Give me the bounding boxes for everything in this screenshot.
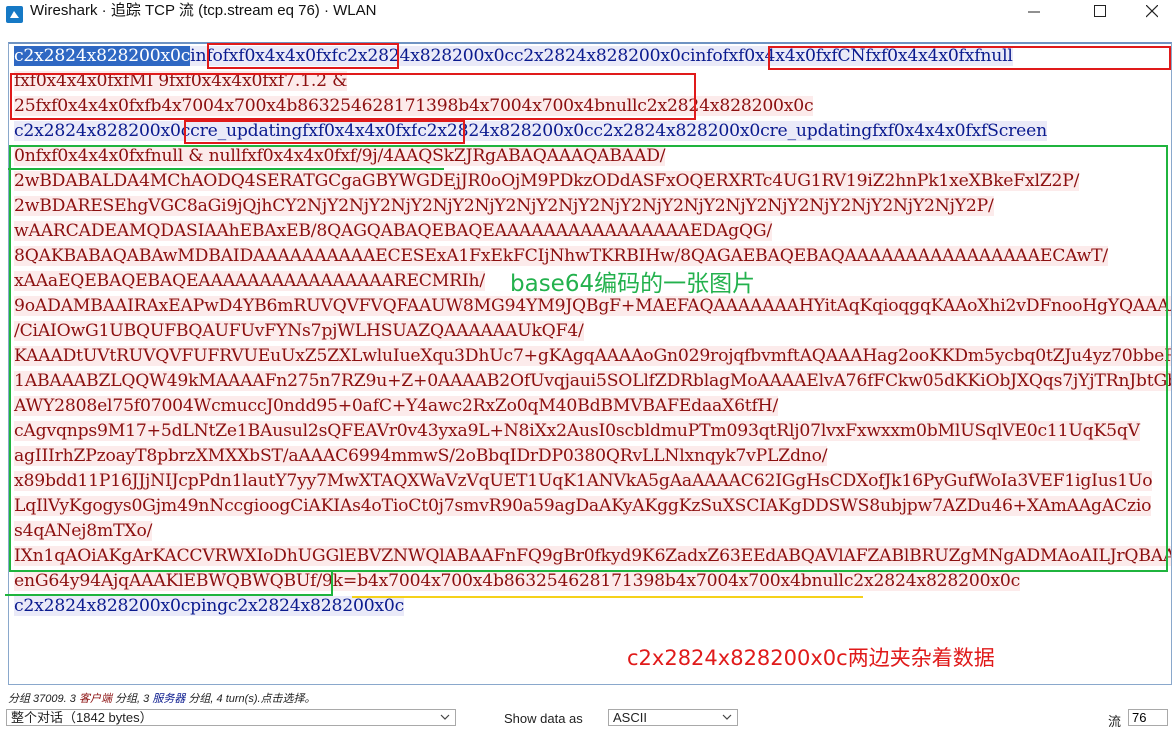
stream-line: 2wBDABALDA4MChAODQ4SERATGCgaGBYWGDEjJR0o… xyxy=(14,169,1171,194)
title-bar: Wireshark · 追踪 TCP 流 (tcp.stream eq 76) … xyxy=(0,0,1175,30)
stream-line: cAgvqnps9M17+5dLNtZe1BAusul2sQFEAVr0v43y… xyxy=(14,419,1171,444)
client-data: c2x2824x828200x0cpingc2x2824x828200x0c xyxy=(14,596,405,616)
stream-line: LqIlVyKgogys0Gjm49nNccgioogCiAKIAs4oTioC… xyxy=(14,494,1171,519)
bottom-controls: 整个对话（1842 bytes） Show data as ASCII 流 76 xyxy=(0,709,1175,729)
server-data: /CiAIOwG1UBQUFBQAUFUvFYNs7pjWLHSUAZQAAAA… xyxy=(14,321,584,341)
stream-line: IXn1qAOiAKgArKACCVRWXIoDhUGGlEBVZNWQlABA… xyxy=(14,544,1171,569)
data-format-select[interactable]: ASCII xyxy=(608,709,738,726)
server-data: fxf0x4x4x0fxfMI 9fxf0x4x4x0fxf7.1.2 & xyxy=(14,71,348,91)
window-title: Wireshark · 追踪 TCP 流 (tcp.stream eq 76) … xyxy=(30,2,377,19)
stream-line: 1ABAAABZLQQW49kMAAAAFn275n7RZ9u+Z+0AAAAB… xyxy=(14,369,1171,394)
stream-line: AWY2808el75f07004WcmuccJ0ndd95+0afC+Y4aw… xyxy=(14,394,1171,419)
stream-line: KAAADtUVtRUVQVFUFRVUEuUxZ5ZXLwluIueXqu3D… xyxy=(14,344,1171,369)
close-icon xyxy=(1146,5,1158,18)
stream-line: enG64y94AjqAAAKlEBWQBWQBUf/9k=b4x7004x70… xyxy=(14,569,1171,594)
server-data: b4x7004x700x4b863254628171398b4x7004x700… xyxy=(357,571,844,591)
stream-line: c2x2824x828200x0cpingc2x2824x828200x0c xyxy=(14,594,1171,619)
summary-packets: 分组 37009 xyxy=(8,693,64,705)
data-format-value: ASCII xyxy=(613,710,647,725)
stream-line: /CiAIOwG1UBQUFBQAUFUvFYNs7pjWLHSUAZQAAAA… xyxy=(14,319,1171,344)
server-data: x89bdd11P16JJjNIJcpPdn1lautY7yy7MwXTAQXW… xyxy=(14,471,1153,491)
client-data: infofxf0x4x4x0fxfCNfxf0x4x4x0fxfnull xyxy=(690,46,1013,66)
close-button[interactable] xyxy=(1129,0,1175,26)
server-data: c2x2824x828200x0c xyxy=(843,571,1021,591)
stream-number-value: 76 xyxy=(1132,710,1147,725)
client-data: infofxf0x4x4x0fxf xyxy=(190,46,338,66)
server-data: enG64y94AjqAAAKlEBWQBWQBUf/9k= xyxy=(14,571,358,591)
chevron-down-icon xyxy=(440,714,450,720)
stream-content-view[interactable]: c2x2824x828200x0cinfofxf0x4x4x0fxfc2x282… xyxy=(8,42,1172,685)
server-data: 2wBDARESEhgVGC8aGi9jQjhCY2NjY2NjY2NjY2Nj… xyxy=(14,196,994,216)
server-data: IXn1qAOiAKgArKACCVRWXIoDhUGGlEBVZNWQlABA… xyxy=(14,546,1171,566)
server-data: cAgvqnps9M17+5dLNtZe1BAusul2sQFEAVr0v43y… xyxy=(14,421,1140,441)
stream-line: s4qANej8mTXo/ xyxy=(14,519,1171,544)
stream-line: c2x2824x828200x0cinfofxf0x4x4x0fxfc2x282… xyxy=(14,44,1171,69)
server-data: agIIIrhZPzoayT8pbrzXMXXbST/aAAAC6994mmwS… xyxy=(14,446,828,466)
summary-client-unit: 分组 xyxy=(115,693,138,705)
summary-server-label: 服务器 xyxy=(152,693,186,705)
server-data: 9oADAMBAAIRAxEAPwD4YB6mRUVQVFVQFAAUW8MG9… xyxy=(14,296,1171,316)
maximize-icon xyxy=(1094,5,1106,17)
stream-line: c2x2824x828200x0ccre_updatingfxf0x4x4x0f… xyxy=(14,119,1171,144)
stream-line: 9oADAMBAAIRAxEAPwD4YB6mRUVQVFVQFAAUW8MG9… xyxy=(14,294,1171,319)
minimize-button[interactable] xyxy=(1011,0,1057,26)
summary-server-unit: 分组 xyxy=(188,693,211,705)
server-data: c2x2824x828200x0c xyxy=(637,96,814,116)
conversation-select-value: 整个对话（1842 bytes） xyxy=(11,710,153,725)
stream-number-spinbox[interactable]: 76 xyxy=(1128,709,1168,726)
server-data: LqIlVyKgogys0Gjm49nNccgioogCiAKIAs4oTioC… xyxy=(14,496,1152,516)
server-data: wAARCADEAMQDASIAAhEBAxEB/8QAGQABAQEBAQEA… xyxy=(14,221,772,241)
summary-server-count: 3 xyxy=(143,693,150,705)
stream-line: 0nfxf0x4x4x0fxfnull & nullfxf0x4x4x0fxf/… xyxy=(14,144,1171,169)
stream-line: 8QAKBABAQABAwMDBAIDAAAAAAAAAAECESExA1FxE… xyxy=(14,244,1171,269)
server-data: 8QAKBABAQABAwMDBAIDAAAAAAAAAAECESExA1FxE… xyxy=(14,246,1108,266)
server-data: 0nfxf0x4x4x0fxfnull & nullfxf0x4x4x0fxf/… xyxy=(14,146,666,166)
stream-line: 25fxf0x4x4x0fxfb4x7004x700x4b86325462817… xyxy=(14,94,1171,119)
summary-client-label: 客户端 xyxy=(78,693,112,705)
summary-hint: 点击选择。 xyxy=(260,693,316,705)
server-data: 2wBDABALDA4MChAODQ4SERATGCgaGBYWGDEjJR0o… xyxy=(14,171,1080,191)
wireshark-fin-icon xyxy=(6,6,23,23)
minimize-icon xyxy=(1028,11,1040,13)
selected-client-data: c2x2824x828200x0c xyxy=(14,46,191,66)
stream-text: c2x2824x828200x0cinfofxf0x4x4x0fxfc2x282… xyxy=(14,44,1171,619)
stream-line: 2wBDARESEhgVGC8aGi9jQjhCY2NjY2NjY2NjY2Nj… xyxy=(14,194,1171,219)
show-data-label: Show data as xyxy=(504,711,583,726)
stream-number-label: 流 xyxy=(1108,714,1122,729)
client-data: c2x2824x828200x0c xyxy=(14,121,191,141)
conversation-select[interactable]: 整个对话（1842 bytes） xyxy=(6,709,456,726)
stream-line: x89bdd11P16JJjNIJcpPdn1lautY7yy7MwXTAQXW… xyxy=(14,469,1171,494)
stream-line: agIIIrhZPzoayT8pbrzXMXXbST/aAAAC6994mmwS… xyxy=(14,444,1171,469)
chevron-down-icon xyxy=(722,714,732,720)
stream-line: wAARCADEAMQDASIAAhEBAxEB/8QAGQABAQEBAQEA… xyxy=(14,219,1171,244)
stream-line: xAAaEQEBAQEBAQEAAAAAAAAAAAAAAAARECMRIh/ xyxy=(14,269,1171,294)
maximize-button[interactable] xyxy=(1077,0,1123,26)
server-data: KAAADtUVtRUVQVFUFRVUEuUxZ5ZXLwluIueXqu3D… xyxy=(14,346,1171,366)
client-data: c2x2824x828200x0cc2x2824x828200x0cre_upd… xyxy=(417,121,1047,141)
client-data: cre_updatingfxf0x4x4x0fxf xyxy=(190,121,418,141)
summary-client-count: 3 xyxy=(69,693,76,705)
server-data: 25fxf0x4x4x0fxfb4x7004x700x4b86325462817… xyxy=(14,96,638,116)
server-data: 1ABAAABZLQQW49kMAAAAFn275n7RZ9u+Z+0AAAAB… xyxy=(14,371,1171,391)
stream-line: fxf0x4x4x0fxfMI 9fxf0x4x4x0fxf7.1.2 & xyxy=(14,69,1171,94)
server-data: AWY2808el75f07004WcmuccJ0ndd95+0afC+Y4aw… xyxy=(14,396,779,416)
stream-summary: 分组 37009. 3 客户端 分组, 3 服务器 分组, 4 turn(s).… xyxy=(8,693,316,705)
server-data: xAAaEQEBAQEBAQEAAAAAAAAAAAAAAAARECMRIh/ xyxy=(14,271,485,291)
client-data: c2x2824x828200x0cc2x2824x828200x0c xyxy=(337,46,690,66)
server-data: s4qANej8mTXo/ xyxy=(14,521,153,541)
summary-turns: 4 turn(s). xyxy=(216,693,261,705)
